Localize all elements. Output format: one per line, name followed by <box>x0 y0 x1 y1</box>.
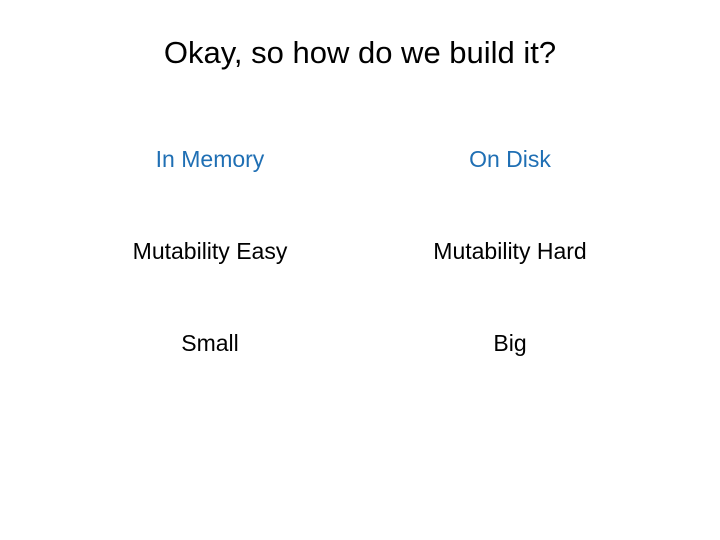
cell-right-1: Mutability Hard <box>380 238 640 265</box>
cell-left-1: Mutability Easy <box>80 238 340 265</box>
cell-right-2: Big <box>380 330 640 357</box>
comparison-grid: In Memory On Disk Mutability Easy Mutabi… <box>50 146 670 357</box>
slide-title: Okay, so how do we build it? <box>50 35 670 71</box>
slide-container: Okay, so how do we build it? In Memory O… <box>0 0 720 540</box>
cell-left-2: Small <box>80 330 340 357</box>
column-header-right: On Disk <box>380 146 640 173</box>
column-header-left: In Memory <box>80 146 340 173</box>
